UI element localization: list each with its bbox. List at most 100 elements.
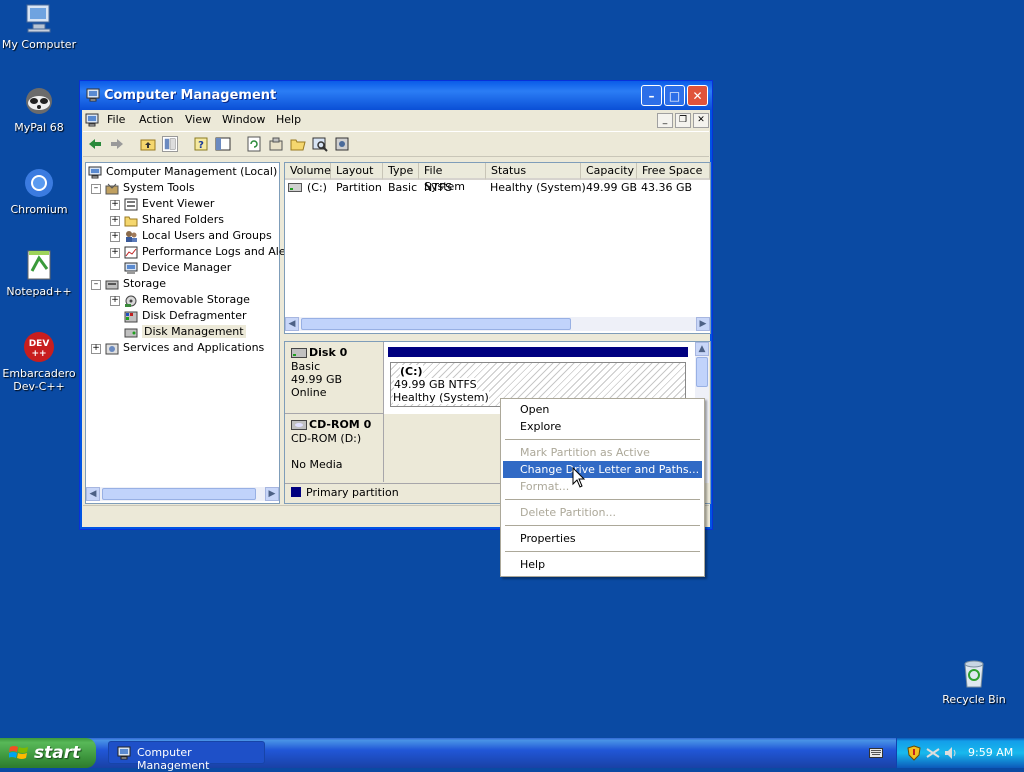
desktop-icon-notepadpp[interactable]: Notepad++ <box>0 249 78 298</box>
network-icon[interactable] <box>925 746 941 760</box>
tree-item-storage[interactable]: Storage <box>105 276 166 292</box>
find-icon[interactable] <box>312 136 328 152</box>
security-shield-icon[interactable] <box>907 745 921 761</box>
desktop-icon-my-computer[interactable]: My Computer <box>0 2 78 51</box>
menu-item-properties[interactable]: Properties <box>503 530 702 547</box>
tree-item-local-users[interactable]: Local Users and Groups <box>124 228 272 244</box>
clock[interactable]: 9:59 AM <box>968 746 1013 759</box>
tree-item-system-tools[interactable]: System Tools <box>105 180 195 196</box>
start-button[interactable]: start <box>0 738 96 768</box>
cell-free-space: 43.36 GB <box>641 181 693 194</box>
column-header-volume[interactable]: Volume <box>285 163 331 180</box>
collapse-toggle[interactable]: – <box>91 184 101 194</box>
scroll-left-button[interactable]: ◀ <box>285 317 299 331</box>
desktop-icon-recycle-bin[interactable]: Recycle Bin <box>935 657 1013 706</box>
show-hide-tree-icon[interactable] <box>162 136 178 152</box>
help-topic-icon[interactable]: ? <box>193 136 209 152</box>
properties-pane-icon[interactable] <box>215 136 231 152</box>
column-header-status[interactable]: Status <box>486 163 581 180</box>
expand-toggle[interactable]: + <box>110 200 120 210</box>
desktop-icon-mypal[interactable]: MyPal 68 <box>0 85 78 134</box>
menu-window[interactable]: Window <box>222 113 265 126</box>
menu-action[interactable]: Action <box>139 113 173 126</box>
mdi-minimize-button[interactable]: _ <box>657 113 673 128</box>
expand-toggle[interactable]: + <box>110 248 120 258</box>
tree-label-selected: Disk Management <box>142 325 246 338</box>
devcpp-icon: DEV ++ <box>23 331 55 363</box>
column-header-free-space[interactable]: Free Space <box>637 163 710 180</box>
menu-item-open[interactable]: Open <box>503 401 702 418</box>
column-header-layout[interactable]: Layout <box>331 163 383 180</box>
tree-item-removable-storage[interactable]: Removable Storage <box>124 292 250 308</box>
expand-toggle[interactable]: + <box>110 216 120 226</box>
tree-item-shared-folders[interactable]: Shared Folders <box>124 212 224 228</box>
partition-context-menu: Open Explore Mark Partition as Active Ch… <box>500 398 705 577</box>
volume-icon[interactable] <box>944 746 958 760</box>
mdi-close-button[interactable]: ✕ <box>693 113 709 128</box>
computer-management-icon <box>86 88 100 102</box>
tree-item-device-manager[interactable]: Device Manager <box>124 260 231 276</box>
desktop-icon-label: Notepad++ <box>6 285 72 298</box>
drive-icon <box>288 183 302 192</box>
tree-label: Removable Storage <box>142 293 250 306</box>
performance-icon <box>124 246 138 258</box>
desktop-icon-chromium[interactable]: Chromium <box>0 167 78 216</box>
tree-label: Services and Applications <box>123 341 265 354</box>
maximize-button[interactable]: □ <box>664 85 685 106</box>
disk-management-icon <box>124 328 138 337</box>
cdrom-0-info[interactable]: CD-ROM 0 CD-ROM (D:) No Media <box>285 414 384 482</box>
refresh-icon[interactable] <box>246 136 262 152</box>
up-folder-icon[interactable] <box>140 136 156 152</box>
mdi-restore-button[interactable]: ❐ <box>675 113 691 128</box>
my-computer-icon <box>23 2 55 34</box>
scroll-left-button[interactable]: ◀ <box>86 487 100 501</box>
settings-icon[interactable] <box>334 136 350 152</box>
expand-toggle[interactable]: + <box>110 232 120 242</box>
system-menu-icon[interactable] <box>85 113 99 127</box>
minimize-button[interactable]: – <box>641 85 662 106</box>
open-folder-icon[interactable] <box>290 136 306 152</box>
menu-help[interactable]: Help <box>276 113 301 126</box>
properties-icon[interactable] <box>268 136 284 152</box>
expand-toggle[interactable]: + <box>110 296 120 306</box>
tree-item-computer-management[interactable]: Computer Management (Local) <box>88 164 277 180</box>
menu-item-explore[interactable]: Explore <box>503 418 702 435</box>
scroll-up-button[interactable]: ▲ <box>695 342 709 356</box>
tree-item-disk-management[interactable]: Disk Management <box>124 324 246 340</box>
tools-icon <box>105 183 119 194</box>
volume-list: Volume Layout Type File System Status Ca… <box>284 162 711 334</box>
partition-label: (C:) <box>400 365 423 378</box>
back-icon[interactable] <box>87 136 103 152</box>
tree-item-event-viewer[interactable]: Event Viewer <box>124 196 214 212</box>
menu-item-change-drive-letter[interactable]: Change Drive Letter and Paths... <box>503 461 702 478</box>
disk-size: 49.99 GB <box>291 373 343 386</box>
menu-item-help[interactable]: Help <box>503 556 702 573</box>
cell-volume: (C:) <box>307 181 327 194</box>
system-tray: 9:59 AM <box>896 738 1024 768</box>
scroll-right-button[interactable]: ▶ <box>696 317 710 331</box>
column-header-type[interactable]: Type <box>383 163 419 180</box>
menu-view[interactable]: View <box>185 113 211 126</box>
forward-icon[interactable] <box>109 136 125 152</box>
scroll-right-button[interactable]: ▶ <box>265 487 279 501</box>
disk-0-info[interactable]: Disk 0 Basic 49.99 GB Online <box>285 342 384 414</box>
column-header-capacity[interactable]: Capacity <box>581 163 637 180</box>
scroll-thumb[interactable] <box>102 488 256 500</box>
close-button[interactable]: ✕ <box>687 85 708 106</box>
tree-horizontal-scrollbar[interactable]: ◀ ▶ <box>86 487 279 501</box>
legend-label: Primary partition <box>306 486 399 499</box>
tree-item-performance-logs[interactable]: Performance Logs and Alerts <box>124 244 300 260</box>
keyboard-icon[interactable] <box>869 747 883 759</box>
desktop-icon-devcpp[interactable]: DEV ++ Embarcadero Dev-C++ <box>0 331 78 393</box>
menu-file[interactable]: File <box>107 113 125 126</box>
tree-item-disk-defragmenter[interactable]: Disk Defragmenter <box>124 308 247 324</box>
tree-item-services-applications[interactable]: Services and Applications <box>105 340 264 356</box>
taskbar-item-computer-management[interactable]: Computer Management <box>108 741 265 772</box>
column-header-file-system[interactable]: File System <box>419 163 486 193</box>
collapse-toggle[interactable]: – <box>91 280 101 290</box>
scroll-thumb[interactable] <box>696 357 708 387</box>
expand-toggle[interactable]: + <box>91 344 101 354</box>
volume-horizontal-scrollbar[interactable]: ◀ ▶ <box>285 317 710 331</box>
scroll-thumb[interactable] <box>301 318 571 330</box>
title-bar[interactable]: Computer Management – □ ✕ <box>80 81 712 110</box>
